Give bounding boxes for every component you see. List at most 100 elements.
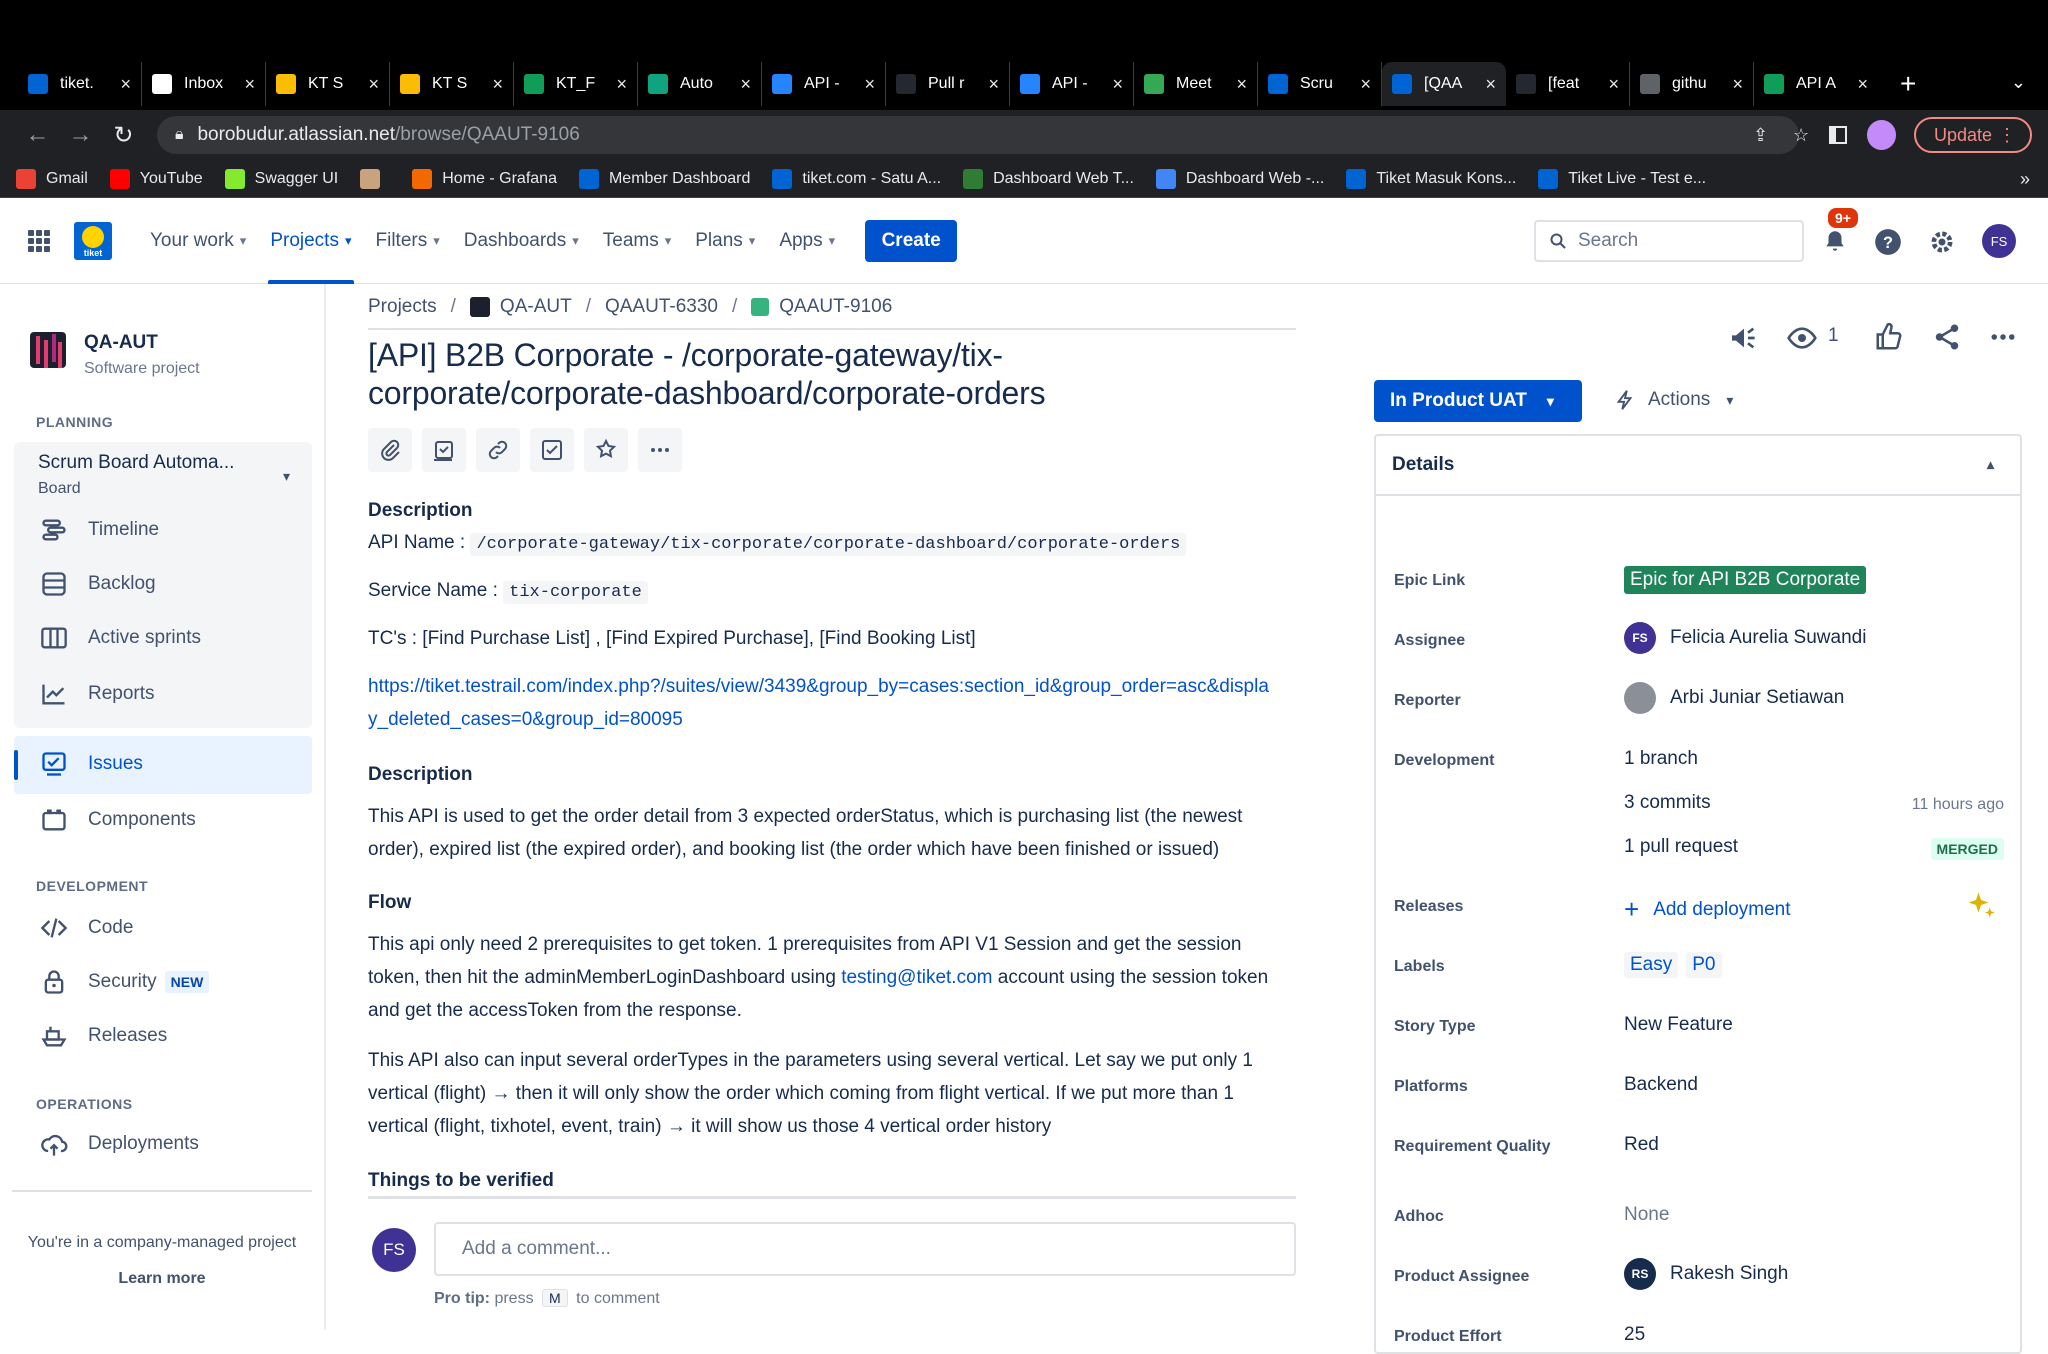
close-tab-icon[interactable]: × (1485, 74, 1496, 95)
bookmark-item[interactable]: Gmail (16, 168, 88, 189)
bookmark-item[interactable]: YouTube (109, 168, 203, 189)
epic-lozenge[interactable]: Epic for API B2B Corporate (1624, 566, 1867, 594)
field-value[interactable]: RS Rakesh Singh (1624, 1258, 1788, 1290)
dev-branch-link[interactable]: 1 branch (1624, 748, 1698, 770)
label-tag[interactable]: Easy (1624, 952, 1679, 978)
reload-icon[interactable]: ↻ (102, 121, 145, 150)
close-tab-icon[interactable]: × (368, 74, 379, 95)
nav-filters[interactable]: Filters ▾ (366, 198, 450, 284)
megaphone-icon[interactable] (1728, 322, 1760, 354)
issue-title[interactable]: [API] B2B Corporate - /corporate-gateway… (368, 336, 1268, 412)
nav-teams[interactable]: Teams ▾ (593, 198, 682, 284)
field-value[interactable]: Arbi Juniar Setiawan (1624, 682, 1844, 714)
breadcrumb-parent[interactable]: QAAUT-6330 (605, 296, 718, 318)
actions-dropdown[interactable]: Actions ▾ (1614, 388, 1733, 412)
close-tab-icon[interactable]: × (244, 74, 255, 95)
sidebar-item-security[interactable]: Security NEW (40, 968, 210, 996)
browser-tab[interactable]: [feat × (1506, 62, 1630, 106)
browser-tab[interactable]: KT S × (390, 62, 514, 106)
sidebar-item-reports[interactable]: Reports (40, 680, 155, 708)
browser-tab[interactable]: [QAA × (1382, 62, 1506, 106)
share-icon[interactable] (1932, 322, 1962, 352)
app-switcher-icon[interactable] (28, 229, 50, 252)
dev-pr-link[interactable]: 1 pull request (1624, 836, 1738, 858)
sidebar-item-code[interactable]: Code (40, 914, 133, 942)
close-tab-icon[interactable]: × (1112, 74, 1123, 95)
close-tab-icon[interactable]: × (120, 74, 131, 95)
close-tab-icon[interactable]: × (740, 74, 751, 95)
add-child-issue-button[interactable] (422, 428, 466, 472)
breadcrumb-issue-key[interactable]: QAAUT-9106 (779, 296, 892, 318)
close-tab-icon[interactable]: × (864, 74, 875, 95)
user-avatar[interactable]: FS (1982, 224, 2016, 258)
tab-search-icon[interactable]: ⌄ (2011, 72, 2026, 93)
close-tab-icon[interactable]: × (1360, 74, 1371, 95)
learn-more-link[interactable]: Learn more (0, 1270, 324, 1288)
bookmark-item[interactable]: tiket.com - Satu A... (772, 168, 941, 189)
app-extension-button[interactable] (584, 428, 628, 472)
field-value[interactable]: None (1624, 1204, 1669, 1226)
settings-gear-icon[interactable] (1928, 228, 1956, 256)
bookmark-item[interactable]: Tiket Masuk Kons... (1346, 168, 1516, 189)
bookmark-item[interactable]: Dashboard Web T... (963, 168, 1134, 189)
sparkle-icon[interactable] (1966, 890, 1996, 920)
checklist-button[interactable] (530, 428, 574, 472)
bookmark-item[interactable]: Swagger UI (224, 168, 338, 189)
watch-eye-icon[interactable] (1786, 322, 1818, 354)
nav-plans[interactable]: Plans ▾ (685, 198, 765, 284)
new-tab-button[interactable]: + (1900, 68, 1916, 100)
close-tab-icon[interactable]: × (492, 74, 503, 95)
testrail-link[interactable]: https://tiket.testrail.com/index.php?/su… (368, 676, 1269, 730)
testing-email-link[interactable]: testing@tiket.com (841, 967, 992, 988)
sidebar-item-deployments[interactable]: Deployments (40, 1130, 199, 1158)
nav-apps[interactable]: Apps ▾ (769, 198, 845, 284)
dev-commits-link[interactable]: 3 commits (1624, 792, 1711, 814)
field-value[interactable]: 25 (1624, 1324, 1645, 1346)
field-value[interactable]: FS Felicia Aurelia Suwandi (1624, 622, 1866, 654)
browser-tab[interactable]: Auto × (638, 62, 762, 106)
browser-tab[interactable]: Meet × (1134, 62, 1258, 106)
bookmark-star-icon[interactable]: ☆ (1793, 125, 1809, 146)
sidebar-item-components[interactable]: Components (40, 806, 196, 834)
field-value[interactable]: Red (1624, 1134, 1659, 1156)
browser-tab[interactable]: API A × (1754, 62, 1878, 106)
chevron-up-icon[interactable]: ▴ (1987, 456, 1994, 473)
search-input[interactable]: Search (1534, 220, 1804, 262)
details-header[interactable]: Details ▴ (1376, 436, 2020, 496)
close-tab-icon[interactable]: × (1857, 74, 1868, 95)
board-selector[interactable]: Scrum Board Automa... Board (38, 452, 234, 498)
sidebar-item-backlog[interactable]: Backlog (40, 570, 156, 598)
share-icon[interactable]: ⇪ (1753, 125, 1768, 146)
more-bookmarks-icon[interactable]: » (2020, 169, 2030, 190)
bookmark-item[interactable]: Member Dashboard (578, 168, 750, 189)
close-tab-icon[interactable]: × (1732, 74, 1743, 95)
nav-dashboards[interactable]: Dashboards ▾ (454, 198, 589, 284)
browser-tab[interactable]: Pull r × (886, 62, 1010, 106)
browser-tab[interactable]: KT S × (266, 62, 390, 106)
notifications-icon[interactable] (1822, 228, 1848, 254)
tiket-logo[interactable]: tiket (74, 221, 112, 260)
label-tag[interactable]: P0 (1686, 952, 1722, 978)
browser-tab[interactable]: githu × (1630, 62, 1754, 106)
forward-icon[interactable]: → (59, 121, 102, 149)
lock-icon[interactable]: 🔒︎ (175, 126, 184, 144)
bookmark-item[interactable] (360, 168, 390, 189)
bookmark-item[interactable]: Tiket Live - Test e... (1538, 168, 1706, 189)
close-tab-icon[interactable]: × (616, 74, 627, 95)
breadcrumb-project[interactable]: QA-AUT (500, 296, 572, 318)
create-button[interactable]: Create (865, 219, 958, 262)
nav-projects[interactable]: Projects ▾ (260, 198, 361, 284)
update-button[interactable]: Update ⋮ (1913, 117, 2033, 153)
close-tab-icon[interactable]: × (988, 74, 999, 95)
close-tab-icon[interactable]: × (1608, 74, 1619, 95)
field-value[interactable]: New Feature (1624, 1014, 1733, 1036)
browser-tab[interactable]: API - × (1010, 62, 1134, 106)
field-value[interactable]: Epic for API B2B Corporate (1624, 566, 1867, 594)
back-icon[interactable]: ← (16, 121, 59, 149)
browser-tab[interactable]: KT_F × (514, 62, 638, 106)
more-actions-button[interactable] (638, 428, 682, 472)
link-issue-button[interactable] (476, 428, 520, 472)
chevron-down-icon[interactable]: ▾ (283, 468, 290, 485)
field-value[interactable]: Backend (1624, 1074, 1698, 1096)
breadcrumb-projects[interactable]: Projects (368, 296, 437, 318)
